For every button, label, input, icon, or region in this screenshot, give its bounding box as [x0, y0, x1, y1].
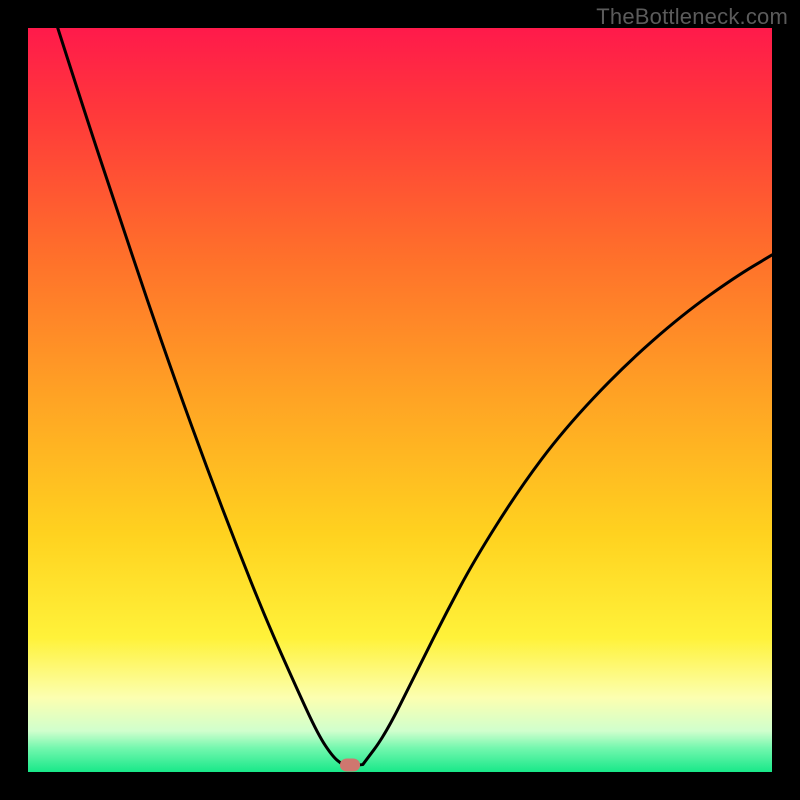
optimum-marker [340, 758, 360, 771]
bottleneck-curve [28, 28, 772, 772]
chart-frame: TheBottleneck.com [0, 0, 800, 800]
watermark-text: TheBottleneck.com [596, 4, 788, 30]
plot-area [28, 28, 772, 772]
